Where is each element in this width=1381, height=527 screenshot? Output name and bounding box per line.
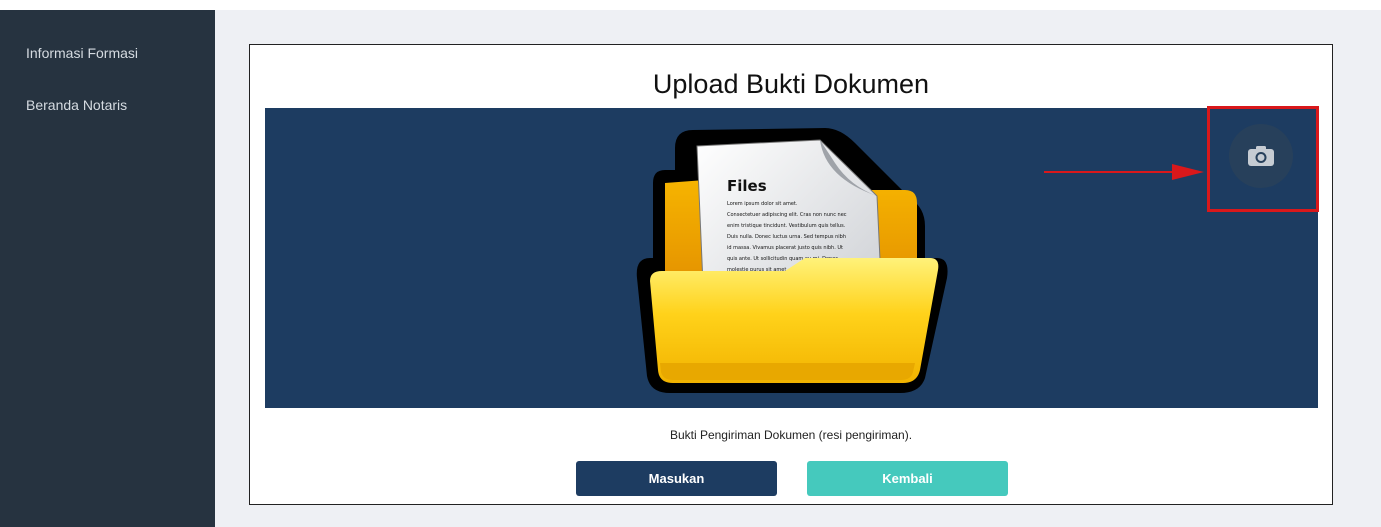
sidebar-item-informasi-formasi[interactable]: Informasi Formasi [26,45,138,61]
files-heading: Files [727,177,767,195]
sidebar: Informasi Formasi Beranda Notaris [0,10,215,527]
back-button[interactable]: Kembali [807,461,1008,496]
document-preview: Files Lorem ipsum dolor sit amet. Consec… [265,108,1318,408]
files-text-line: Lorem ipsum dolor sit amet. [727,201,798,207]
files-text-line: enim tristique tincidunt. Vestibulum qui… [727,223,846,229]
red-arrow-annotation [1044,164,1204,180]
upload-caption: Bukti Pengiriman Dokumen (resi pengirima… [669,428,913,442]
folder-illustration: Files Lorem ipsum dolor sit amet. Consec… [636,128,948,393]
files-text-line: Duis nulla. Donec luctus urna. Sed tempu… [727,234,846,240]
upload-panel: Upload Bukti Dokumen Files Lorem ipsum d… [249,44,1333,505]
submit-button[interactable]: Masukan [576,461,777,496]
files-text-line: id massa. Vivamus placerat justo quis ni… [727,245,843,251]
highlight-box-annotation [1207,106,1319,212]
files-text-line: Consectetuer adipiscing elit. Cras non n… [727,212,847,218]
page-title: Upload Bukti Dokumen [652,69,930,99]
sidebar-item-beranda-notaris[interactable]: Beranda Notaris [26,97,127,113]
